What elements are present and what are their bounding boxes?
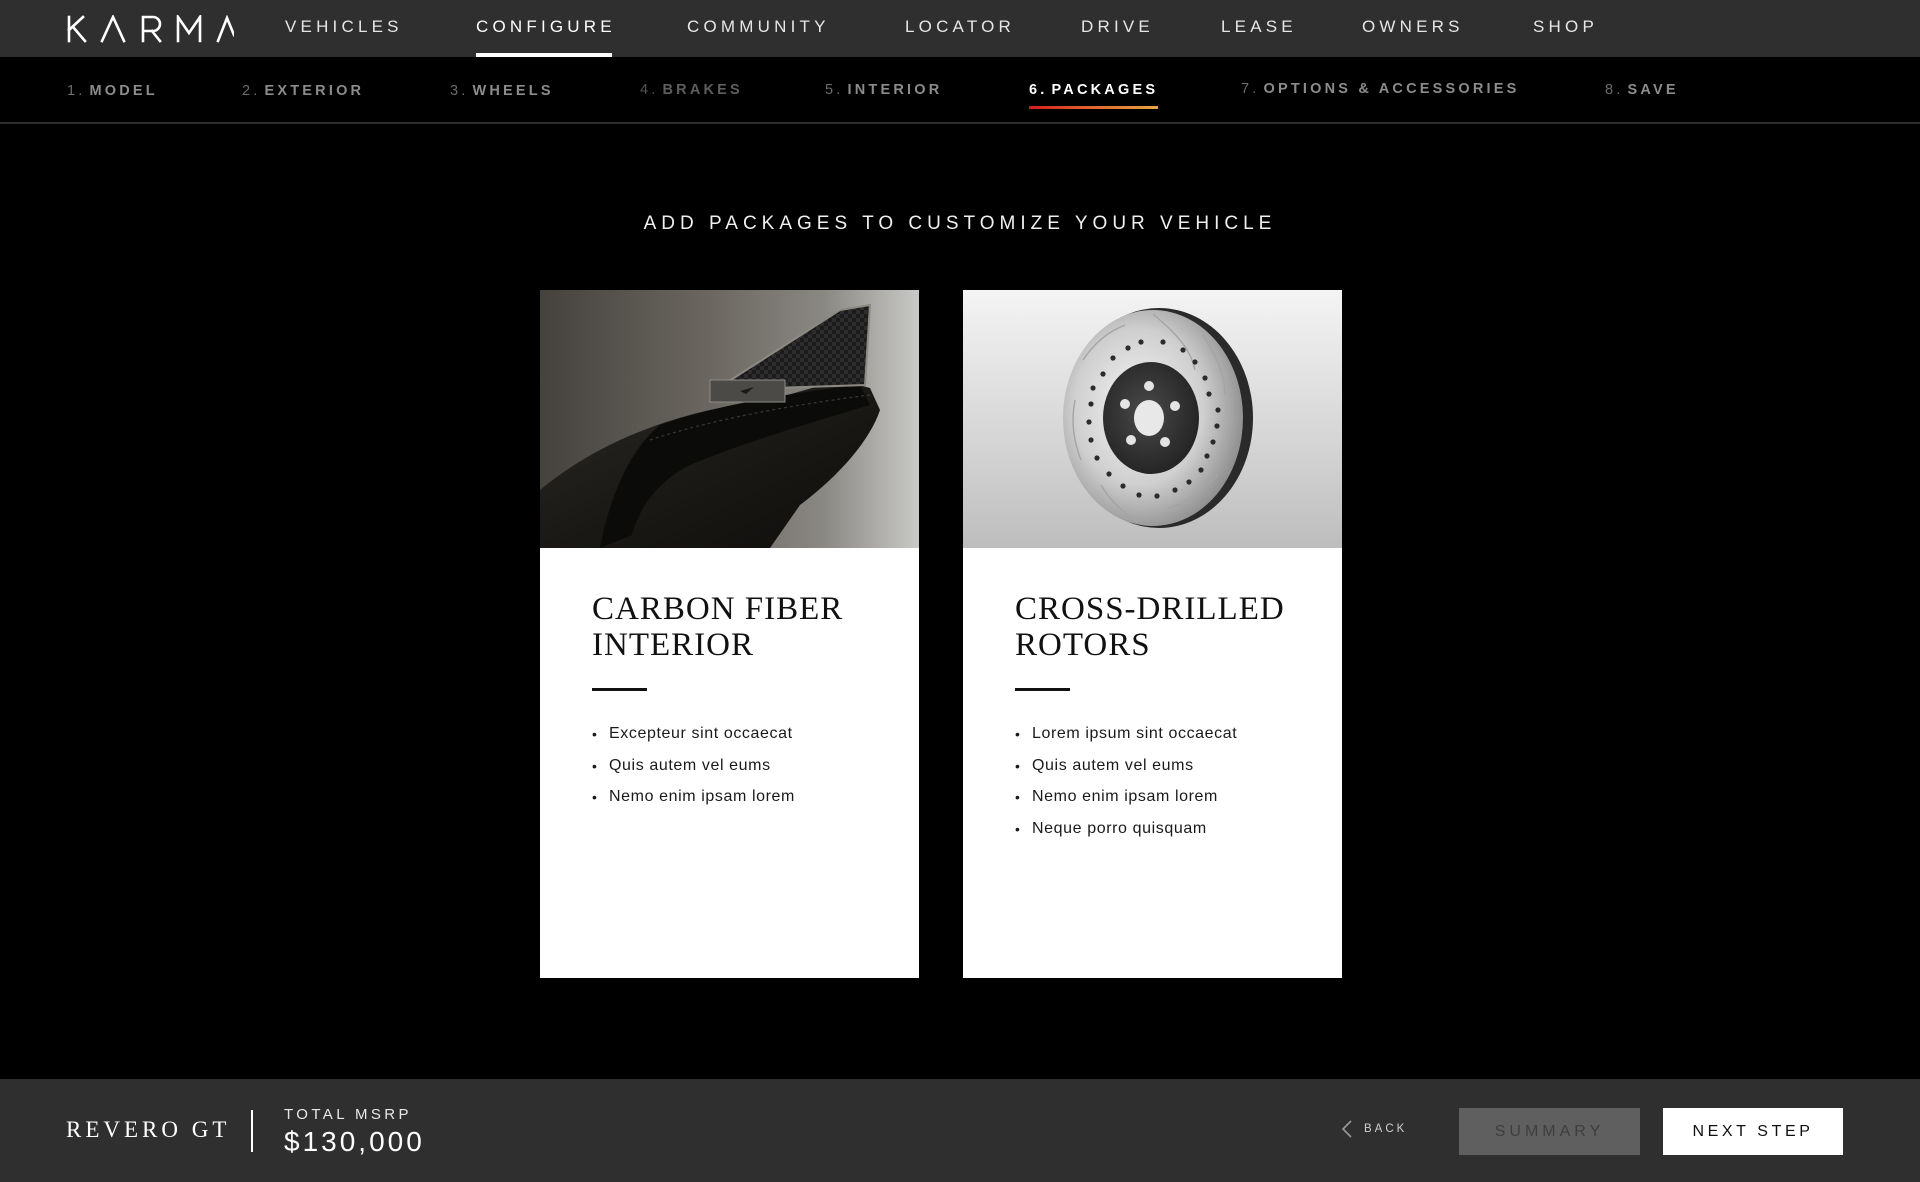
bullet-icon: • — [592, 726, 598, 742]
step-label: EXTERIOR — [264, 83, 365, 99]
title-divider — [1015, 688, 1070, 691]
step-number: 3. — [450, 83, 469, 99]
step-label: MODEL — [89, 83, 158, 99]
step-packages[interactable]: 6. PACKAGES — [1029, 82, 1159, 109]
bullet-icon: • — [592, 757, 598, 774]
feature-text: Quis autem vel eums — [1032, 756, 1194, 774]
step-brakes[interactable]: 4. BRAKES — [640, 82, 743, 98]
feature-item: • Excepteur sint occaecat — [592, 724, 795, 756]
package-card-cross-drilled-rotors[interactable]: CROSS-DRILLED ROTORS • Lorem ipsum sint o… — [963, 290, 1342, 978]
package-title: CARBON FIBER INTERIOR — [592, 591, 844, 663]
active-step-underline — [1029, 106, 1159, 109]
karma-logo[interactable] — [66, 12, 234, 46]
step-label: WHEELS — [472, 83, 554, 99]
nav-vehicles[interactable]: VEHICLES — [285, 0, 403, 57]
step-number: 2. — [242, 83, 261, 99]
step-model[interactable]: 1. MODEL — [67, 83, 158, 99]
configurator-steps: 1. MODEL 2. EXTERIOR 3. WHEELS 4. BRAKES 5. I… — [0, 57, 1920, 124]
footer-divider — [251, 1110, 253, 1152]
step-label: OPTIONS & ACCESSORIES — [1263, 81, 1520, 97]
feature-item: • Lorem ipsum sint occaecat — [1015, 724, 1237, 756]
feature-text: Neque porro quisquam — [1032, 819, 1207, 837]
summary-button[interactable]: SUMMARY — [1459, 1108, 1640, 1155]
feature-item: • Quis autem vel eums — [1015, 756, 1237, 788]
package-title: CROSS-DRILLED ROTORS — [1015, 591, 1285, 663]
step-exterior[interactable]: 2. EXTERIOR — [242, 83, 364, 99]
step-options-accessories[interactable]: 7. OPTIONS & ACCESSORIES — [1241, 81, 1520, 97]
package-card-carbon-fiber[interactable]: CARBON FIBER INTERIOR • Excepteur sint oc… — [540, 290, 919, 978]
back-button[interactable]: BACK — [1342, 1117, 1407, 1141]
step-label: BRAKES — [662, 82, 743, 98]
feature-text: Nemo enim ipsam lorem — [609, 788, 795, 805]
bullet-icon: • — [1015, 820, 1021, 837]
feature-text: Excepteur sint occaecat — [609, 725, 793, 742]
nav-lease[interactable]: LEASE — [1221, 0, 1297, 57]
step-interior[interactable]: 5. INTERIOR — [825, 82, 942, 98]
step-label: PACKAGES — [1051, 82, 1159, 98]
feature-item: • Nemo enim ipsam lorem — [592, 787, 795, 819]
feature-item: • Nemo enim ipsam lorem — [1015, 787, 1237, 819]
page-heading: ADD PACKAGES TO CUSTOMIZE YOUR VEHICLE — [643, 213, 1277, 234]
step-number: 1. — [67, 83, 86, 99]
nav-owners[interactable]: OWNERS — [1362, 0, 1464, 57]
feature-item: • Neque porro quisquam — [1015, 819, 1237, 851]
step-number: 7. — [1241, 81, 1260, 97]
nav-drive[interactable]: DRIVE — [1081, 0, 1154, 57]
feature-text: Lorem ipsum sint occaecat — [1032, 725, 1238, 742]
summary-footer: REVERO GT TOTAL MSRP $130,000 BACK SUMMA… — [0, 1079, 1920, 1182]
carbon-fiber-door-panel-image — [540, 290, 919, 548]
step-number: 4. — [640, 82, 659, 98]
step-number: 8. — [1605, 82, 1624, 98]
nav-configure[interactable]: CONFIGURE — [476, 0, 616, 57]
step-number: 5. — [825, 82, 844, 98]
chevron-left-icon — [1342, 1120, 1352, 1138]
karma-logo-icon — [67, 15, 234, 43]
step-number: 6. — [1029, 82, 1048, 98]
step-label: SAVE — [1627, 82, 1679, 98]
next-step-button[interactable]: NEXT STEP — [1663, 1108, 1843, 1155]
brake-rotor-image — [963, 290, 1342, 548]
step-wheels[interactable]: 3. WHEELS — [450, 83, 554, 99]
top-navigation: VEHICLES CONFIGURE COMMUNITY LOCATOR DRI… — [0, 0, 1920, 57]
feature-text: Quis autem vel eums — [609, 756, 771, 774]
nav-locator[interactable]: LOCATOR — [905, 0, 1015, 57]
model-name: REVERO GT — [66, 1117, 231, 1142]
bullet-icon: • — [1015, 789, 1021, 805]
step-label: INTERIOR — [847, 82, 943, 98]
feature-list: • Lorem ipsum sint occaecat • Quis autem v… — [1015, 724, 1237, 850]
feature-text: Nemo enim ipsam lorem — [1032, 788, 1218, 805]
title-divider — [592, 688, 647, 691]
nav-shop[interactable]: SHOP — [1533, 0, 1598, 57]
feature-item: • Quis autem vel eums — [592, 756, 795, 788]
nav-community[interactable]: COMMUNITY — [687, 0, 830, 57]
feature-list: • Excepteur sint occaecat • Quis autem vel… — [592, 724, 795, 819]
msrp-label: TOTAL MSRP — [284, 1106, 412, 1123]
msrp-value: $130,000 — [284, 1126, 425, 1157]
bullet-icon: • — [1015, 757, 1021, 774]
bullet-icon: • — [592, 789, 598, 805]
bullet-icon: • — [1015, 726, 1021, 742]
step-save[interactable]: 8. SAVE — [1605, 82, 1679, 98]
back-label: BACK — [1364, 1123, 1408, 1135]
